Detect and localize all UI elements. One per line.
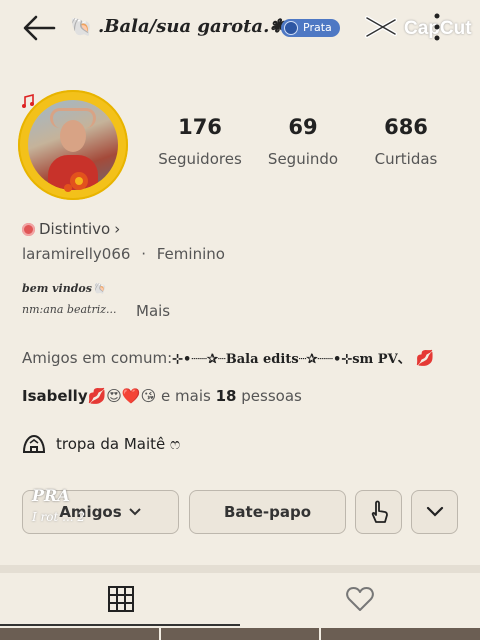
flower-frame-icon (64, 172, 88, 192)
group-tent-icon (22, 434, 46, 453)
likes-label[interactable]: Curtidas (356, 150, 456, 168)
mutual-name: Isabelly (22, 387, 88, 405)
chat-button-label: Bate-papo (223, 503, 312, 521)
prata-label: Prata (303, 21, 332, 34)
group-link[interactable]: tropa da Maitê ෆ (22, 431, 180, 457)
overlay-text-line-2: I rot ... 2 (32, 510, 86, 524)
following-label[interactable]: Seguindo (253, 150, 353, 168)
chevron-down-icon (426, 506, 443, 517)
mutual-emojis: 💋😍❤️😘 (87, 387, 157, 405)
separator: · (141, 245, 146, 263)
mutual-friends-line[interactable]: Amigos em comum:⊹•┈┈✰┈Bala edits┈✰┈┈•⊹sm… (22, 348, 434, 367)
video-grid-preview[interactable] (0, 628, 480, 640)
badge-label: Distintivo (39, 220, 111, 238)
mutual-suffix: pessoas (241, 387, 302, 405)
bio-line-2: nm:ana beatriz... (22, 303, 117, 316)
video-thumbnail[interactable] (160, 628, 320, 640)
prata-level-badge[interactable]: Prata (281, 19, 340, 37)
distinctive-badge-link[interactable]: Distintivo › (22, 220, 120, 238)
music-note-icon (22, 94, 34, 108)
chat-button[interactable]: Bate-papo (189, 490, 346, 534)
overlay-text-line-1: PRA (32, 486, 70, 505)
grid-icon[interactable] (106, 584, 136, 614)
more-vertical-icon[interactable] (432, 12, 442, 42)
capcut-logo-icon (365, 16, 397, 38)
group-name: tropa da Maitê ෆ (56, 435, 181, 453)
share-button[interactable] (355, 490, 402, 534)
mutual-friend-name: ⊹•┈┈✰┈Bala edits┈✰┈┈•⊹sm PV、 (172, 352, 411, 367)
username: laramirelly066 (22, 245, 131, 263)
following-count[interactable]: 69 (263, 115, 343, 139)
bio-line-1: bem vindos🐚 (22, 282, 106, 295)
mutual-followers-line[interactable]: Isabelly💋😍❤️😘 e mais 18 pessoas (22, 387, 302, 405)
more-options-dropdown[interactable] (411, 490, 458, 534)
chevron-down-icon (128, 508, 141, 516)
bio-more-link[interactable]: Mais (136, 302, 170, 320)
share-hand-icon (371, 500, 388, 523)
video-thumbnail[interactable] (0, 628, 159, 640)
likes-count[interactable]: 686 (366, 115, 446, 139)
title-shell-emoji: 🐚 (70, 17, 93, 38)
section-divider (0, 565, 480, 573)
badge-icon (22, 222, 35, 236)
video-thumbnail[interactable] (321, 628, 480, 640)
followers-count[interactable]: 176 (160, 115, 240, 139)
back-arrow-icon[interactable] (20, 12, 60, 44)
lips-emoji: 💋 (415, 349, 435, 367)
heart-icon[interactable] (345, 584, 375, 614)
mutual-count: 18 (215, 387, 237, 405)
chevron-right-icon: › (114, 220, 121, 238)
profile-title: .Bala/sua garota.❃ (98, 16, 285, 37)
mutual-text: e mais (161, 387, 211, 405)
username-line: laramirelly066 · Feminino (22, 245, 225, 263)
followers-label[interactable]: Seguidores (150, 150, 250, 168)
gender: Feminino (156, 245, 225, 263)
active-tab-indicator (0, 624, 240, 626)
mutual-prefix: Amigos em comum: (22, 349, 173, 367)
